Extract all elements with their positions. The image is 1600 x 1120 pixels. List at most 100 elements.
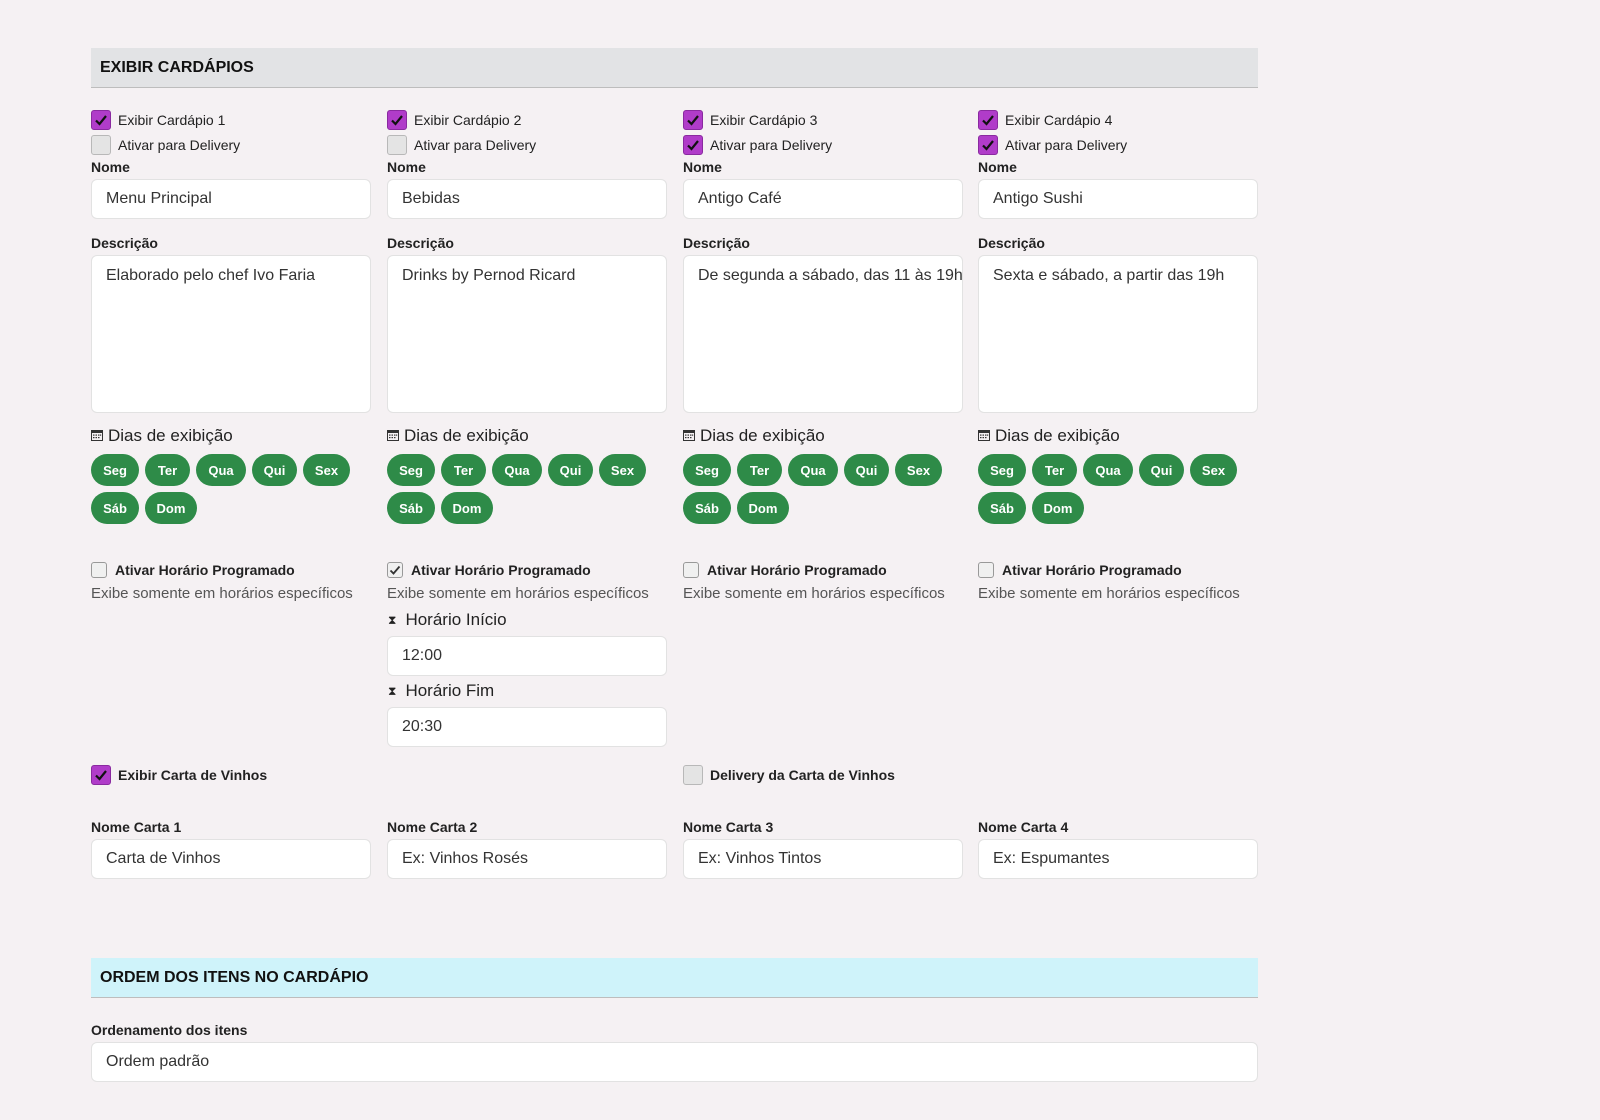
day-pill[interactable]: Ter (145, 454, 190, 486)
day-pill[interactable]: Ter (1032, 454, 1077, 486)
schedule-hint: Exibe somente em horários específicos (91, 585, 353, 602)
menu-delivery-toggle[interactable]: Ativar para Delivery (91, 132, 371, 157)
schedule-toggle[interactable]: Ativar Horário Programado (978, 559, 1258, 581)
menu-delivery-label: Ativar para Delivery (710, 136, 833, 153)
menu-column-4: Exibir Cardápio 4 Ativar para Delivery Nom… (978, 107, 1258, 607)
day-pills: Seg Ter Qua Qui Sex Sáb Dom (683, 454, 963, 530)
day-pill[interactable]: Qua (492, 454, 542, 486)
menu-delivery-toggle[interactable]: Ativar para Delivery (978, 132, 1258, 157)
schedule-checkbox[interactable] (387, 562, 403, 578)
menu-delivery-label: Ativar para Delivery (118, 136, 241, 153)
wine-card-input[interactable]: Ex: Vinhos Tintos (683, 839, 963, 879)
days-title: Dias de exibição (683, 424, 963, 448)
wine-card-label: Nome Carta 3 (683, 819, 774, 835)
day-pill[interactable]: Qua (196, 454, 246, 486)
menu-show-checkbox[interactable] (91, 109, 111, 130)
menu-name-input[interactable]: Bebidas (387, 179, 667, 219)
day-pill[interactable]: Sex (303, 454, 350, 486)
menu-show-checkbox[interactable] (978, 109, 998, 130)
menu-show-toggle[interactable]: Exibir Cardápio 1 (91, 107, 371, 132)
day-pill[interactable]: Sex (895, 454, 942, 486)
wine-card-label: Nome Carta 4 (978, 819, 1069, 835)
days-label: Dias de exibição (700, 426, 825, 445)
menu-show-toggle[interactable]: Exibir Cardápio 3 (683, 107, 963, 132)
menu-name-input[interactable]: Antigo Sushi (978, 179, 1258, 219)
wine-show-toggle[interactable]: Exibir Carta de Vinhos (91, 765, 267, 785)
menu-delivery-checkbox[interactable] (978, 134, 998, 155)
calendar-icon (387, 426, 404, 446)
schedule-toggle[interactable]: Ativar Horário Programado (91, 559, 371, 581)
menu-show-label: Exibir Cardápio 3 (710, 111, 818, 128)
day-pill[interactable]: Sex (1190, 454, 1237, 486)
menu-show-toggle[interactable]: Exibir Cardápio 4 (978, 107, 1258, 132)
days-label: Dias de exibição (108, 426, 233, 445)
day-pill[interactable]: Dom (441, 492, 493, 524)
day-pill[interactable]: Sáb (978, 492, 1026, 524)
schedule-hint: Exibe somente em horários específicos (978, 585, 1240, 602)
menu-name-input[interactable]: Menu Principal (91, 179, 371, 219)
schedule-checkbox[interactable] (683, 562, 699, 578)
schedule-checkbox[interactable] (91, 562, 107, 578)
schedule-label: Ativar Horário Programado (1002, 562, 1182, 578)
day-pill[interactable]: Qui (1139, 454, 1184, 486)
wine-card-input[interactable]: Ex: Espumantes (978, 839, 1258, 879)
day-pill[interactable]: Seg (387, 454, 435, 486)
section-header-ordem-itens: ORDEM DOS ITENS NO CARDÁPIO (91, 958, 1258, 998)
day-pill[interactable]: Qui (252, 454, 297, 486)
wine-card-name-4: Nome Carta 4 Ex: Espumantes (978, 817, 1258, 879)
menu-name-label: Nome (91, 159, 130, 175)
wine-card-input[interactable]: Ex: Vinhos Rosés (387, 839, 667, 879)
day-pill[interactable]: Seg (978, 454, 1026, 486)
day-pill[interactable]: Qua (1083, 454, 1133, 486)
menu-column-1: Exibir Cardápio 1 Ativar para Delivery Nom… (91, 107, 371, 607)
day-pill[interactable]: Seg (91, 454, 139, 486)
menu-description-textarea[interactable]: Drinks by Pernod Ricard (387, 255, 667, 413)
day-pill[interactable]: Sáb (683, 492, 731, 524)
calendar-icon (683, 426, 700, 446)
wine-show-checkbox[interactable] (91, 765, 111, 785)
schedule-toggle[interactable]: Ativar Horário Programado (683, 559, 963, 581)
menu-description-textarea[interactable]: Sexta e sábado, a partir das 19h (978, 255, 1258, 413)
schedule-checkbox[interactable] (978, 562, 994, 578)
menu-delivery-toggle[interactable]: Ativar para Delivery (683, 132, 963, 157)
days-label: Dias de exibição (995, 426, 1120, 445)
day-pill[interactable]: Dom (737, 492, 789, 524)
menu-delivery-checkbox[interactable] (91, 134, 111, 155)
menu-show-checkbox[interactable] (387, 109, 407, 130)
menu-show-toggle[interactable]: Exibir Cardápio 2 (387, 107, 667, 132)
day-pill[interactable]: Sex (599, 454, 646, 486)
menu-delivery-toggle[interactable]: Ativar para Delivery (387, 132, 667, 157)
order-label: Ordenamento dos itens (91, 1022, 248, 1038)
menu-delivery-checkbox[interactable] (683, 134, 703, 155)
end-time-input[interactable]: 20:30 (387, 707, 667, 747)
day-pill[interactable]: Dom (1032, 492, 1084, 524)
menu-name-input[interactable]: Antigo Café (683, 179, 963, 219)
menu-description-textarea[interactable]: Elaborado pelo chef Ivo Faria (91, 255, 371, 413)
order-select[interactable]: Ordem padrão (91, 1042, 1258, 1082)
menu-description-label: Descrição (387, 235, 454, 251)
day-pill[interactable]: Ter (737, 454, 782, 486)
menu-description-textarea[interactable]: De segunda a sábado, das 11 às 19h (683, 255, 963, 413)
wine-card-input[interactable]: Carta de Vinhos (91, 839, 371, 879)
schedule-toggle[interactable]: Ativar Horário Programado (387, 559, 667, 581)
menu-show-label: Exibir Cardápio 1 (118, 111, 226, 128)
day-pill[interactable]: Sáb (91, 492, 139, 524)
menu-show-checkbox[interactable] (683, 109, 703, 130)
day-pill[interactable]: Seg (683, 454, 731, 486)
day-pill[interactable]: Qui (548, 454, 593, 486)
days-title: Dias de exibição (387, 424, 667, 448)
day-pill[interactable]: Qui (844, 454, 889, 486)
day-pill[interactable]: Qua (788, 454, 838, 486)
day-pill[interactable]: Ter (441, 454, 486, 486)
day-pill[interactable]: Sáb (387, 492, 435, 524)
section-title: EXIBIR CARDÁPIOS (100, 58, 254, 76)
start-time-input[interactable]: 12:00 (387, 636, 667, 676)
wine-delivery-checkbox[interactable] (683, 765, 703, 785)
wine-card-name-1: Nome Carta 1 Carta de Vinhos (91, 817, 371, 879)
end-time-label: Horário Fim (405, 681, 495, 700)
wine-card-label: Nome Carta 1 (91, 819, 182, 835)
days-title: Dias de exibição (978, 424, 1258, 448)
wine-delivery-toggle[interactable]: Delivery da Carta de Vinhos (683, 765, 895, 785)
day-pill[interactable]: Dom (145, 492, 197, 524)
menu-delivery-checkbox[interactable] (387, 134, 407, 155)
